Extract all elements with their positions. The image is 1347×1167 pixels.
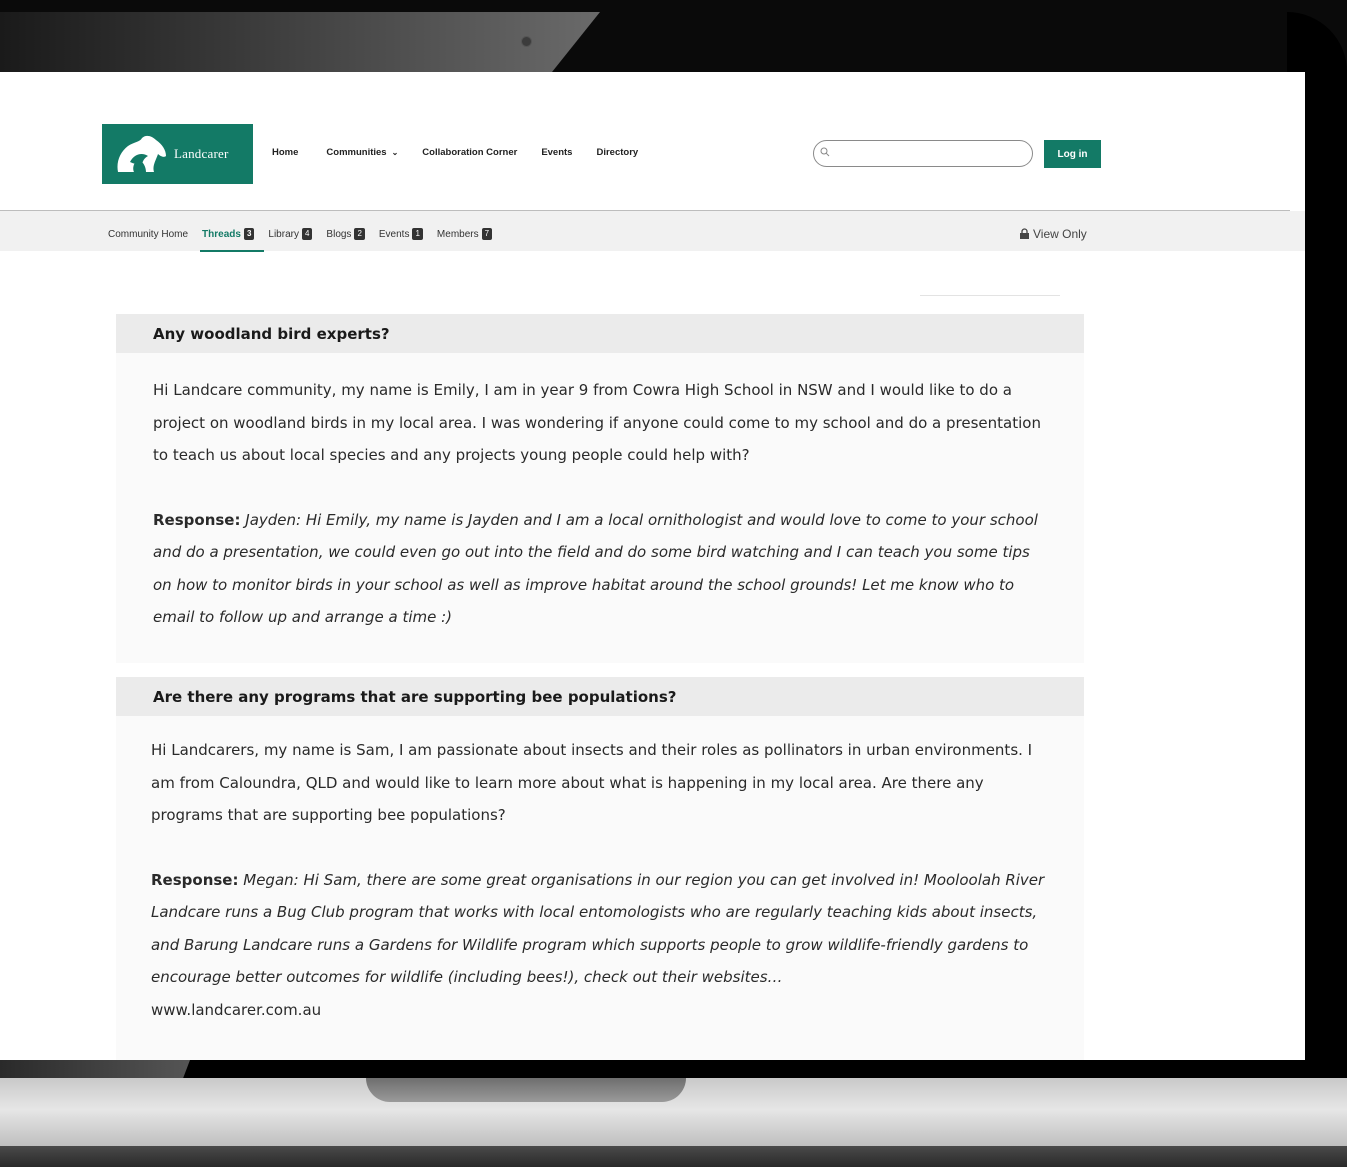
- tab-label: Events: [378, 229, 410, 240]
- nav-communities[interactable]: Communities ⌄: [326, 147, 398, 158]
- nav-home[interactable]: Home: [272, 147, 298, 158]
- response-label: Response:: [153, 510, 241, 529]
- response-label: Response:: [151, 870, 239, 889]
- search-input[interactable]: [834, 142, 1018, 166]
- tab-label: Threads: [202, 229, 241, 240]
- thread-title[interactable]: Are there any programs that are supporti…: [116, 677, 1084, 716]
- count-badge: 1: [412, 228, 423, 240]
- chevron-down-icon: ⌄: [391, 148, 399, 157]
- response-text: Megan: Hi Sam, there are some great orga…: [151, 870, 1045, 987]
- response-text: Jayden: Hi Emily, my name is Jayden and …: [153, 510, 1038, 627]
- thread-title[interactable]: Any woodland bird experts?: [116, 314, 1084, 353]
- community-subnav: Community Home Threads 3 Library 4 Blogs 2 …: [0, 211, 1305, 252]
- tab-threads[interactable]: Threads 3: [200, 228, 265, 252]
- webcam-icon: [521, 36, 532, 47]
- tab-blogs[interactable]: Blogs 2: [326, 228, 365, 245]
- search-box: [813, 140, 1033, 167]
- nav-collaboration-corner[interactable]: Collaboration Corner: [422, 147, 517, 158]
- login-button[interactable]: Log in: [1044, 140, 1101, 168]
- tab-label: Library: [268, 229, 299, 240]
- australia-hand-logo-icon: [117, 135, 166, 172]
- landcarer-logo[interactable]: Landcarer: [102, 124, 253, 184]
- thread-title-text: Any woodland bird experts?: [153, 324, 390, 343]
- nav-communities-label: Communities: [326, 147, 387, 158]
- count-badge: 7: [481, 228, 493, 240]
- tab-label: Blogs: [326, 229, 352, 240]
- laptop-deck-edge: [0, 1146, 1347, 1167]
- count-badge: 2: [354, 228, 365, 240]
- thread-post: Hi Landcare community, my name is Emily,…: [116, 353, 1084, 663]
- lock-icon: [1020, 228, 1029, 239]
- thread-response: Response: Jayden: Hi Emily, my name is J…: [153, 504, 1044, 634]
- tab-label: Members: [436, 229, 479, 240]
- logo-text: Landcarer: [174, 146, 229, 161]
- search-icon: [820, 147, 830, 157]
- thread-body-text: Hi Landcare community, my name is Emily,…: [153, 381, 1041, 464]
- thread-title-text: Are there any programs that are supporti…: [153, 687, 677, 706]
- count-badge: 4: [301, 228, 313, 240]
- view-only-label: View Only: [1033, 227, 1087, 241]
- community-tabs: Community Home Threads 3 Library 4 Blogs 2 …: [108, 228, 506, 252]
- laptop-hinge-notch: [366, 1078, 686, 1102]
- divider: [920, 295, 1060, 296]
- tab-members[interactable]: Members 7: [436, 228, 493, 245]
- count-badge: 3: [243, 228, 255, 240]
- tab-events[interactable]: Events 1: [379, 228, 423, 245]
- thread-response: Response: Megan: Hi Sam, there are some …: [151, 864, 1059, 994]
- tab-community-home[interactable]: Community Home: [108, 229, 188, 245]
- thread-body-text: Hi Landcarers, my name is Sam, I am pass…: [151, 741, 1033, 824]
- main-nav: Home Communities ⌄ Collaboration Corner E…: [272, 147, 662, 158]
- website-link[interactable]: www.landcarer.com.au: [151, 994, 1059, 1027]
- nav-directory[interactable]: Directory: [596, 147, 638, 158]
- tab-label: Community Home: [108, 228, 189, 240]
- nav-events[interactable]: Events: [541, 147, 572, 158]
- laptop-bezel-top: [0, 12, 600, 72]
- thread-post: Hi Landcarers, my name is Sam, I am pass…: [116, 716, 1084, 1060]
- laptop-bezel-reflection: [0, 1060, 190, 1080]
- tab-library[interactable]: Library 4: [268, 228, 313, 245]
- browser-screen: Landcarer Home Communities ⌄ Collaboratio…: [0, 72, 1305, 1060]
- view-only-indicator: View Only: [1019, 227, 1087, 241]
